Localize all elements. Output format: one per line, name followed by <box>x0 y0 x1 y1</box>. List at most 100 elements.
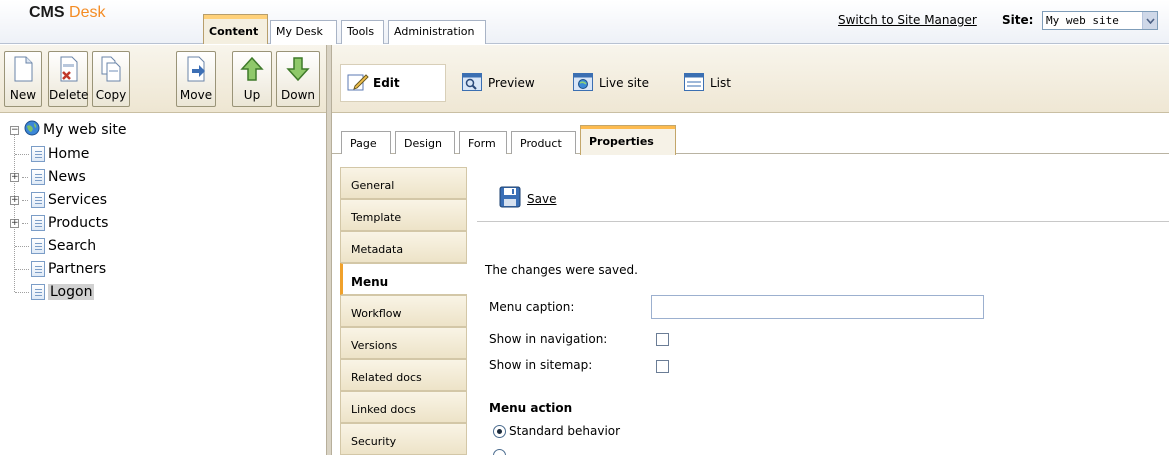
menu-action-radio[interactable] <box>493 449 506 455</box>
standard-behavior-label: Standard behavior <box>509 424 621 438</box>
tab-administration[interactable]: Administration <box>388 20 486 44</box>
preview-button[interactable]: Preview <box>462 72 535 94</box>
status-message: The changes were saved. <box>485 263 638 277</box>
content-tab-strip: Page Design Form Product Properties <box>332 114 1169 155</box>
side-menu-general[interactable]: General <box>340 167 467 199</box>
new-document-icon <box>11 56 35 82</box>
switch-to-site-manager-link[interactable]: Switch to Site Manager <box>838 13 977 27</box>
edit-pencil-icon <box>347 72 369 95</box>
tree-node-products[interactable]: + Products <box>10 213 108 233</box>
edit-button-label: Edit <box>373 76 400 90</box>
show-in-navigation-label: Show in navigation: <box>489 332 608 346</box>
preview-button-label: Preview <box>488 76 535 90</box>
tree-node-logon[interactable]: Logon <box>31 282 95 302</box>
menu-caption-input[interactable] <box>651 295 984 319</box>
down-button-label: Down <box>280 88 315 102</box>
document-actions-toolbar: New Delete Copy Move Up Down <box>0 45 326 113</box>
move-document-icon <box>184 56 208 82</box>
side-menu-security[interactable]: Security <box>340 423 467 455</box>
page-icon <box>31 261 45 277</box>
side-menu-linked-docs[interactable]: Linked docs <box>340 391 467 423</box>
tree-node-search[interactable]: Search <box>31 236 96 256</box>
down-button[interactable]: Down <box>276 51 320 107</box>
expand-icon[interactable]: + <box>10 172 19 182</box>
arrow-down-icon <box>286 56 310 82</box>
site-label: Site: <box>1002 13 1034 27</box>
globe-icon <box>24 120 40 140</box>
site-select[interactable]: My web site <box>1042 11 1158 30</box>
expand-icon[interactable]: + <box>10 218 19 228</box>
app-header: CMS Desk Content My Desk Tools Administr… <box>0 0 1169 44</box>
tree-node-services[interactable]: + Services <box>10 190 107 210</box>
tree-node-root[interactable]: − My web site <box>10 120 127 140</box>
expand-icon[interactable]: + <box>10 195 19 205</box>
tree-node-label: Partners <box>48 261 107 277</box>
save-button-label: Save <box>527 191 557 206</box>
page-icon <box>31 146 45 162</box>
live-site-button[interactable]: Live site <box>573 72 649 94</box>
tree-node-label: News <box>48 169 86 185</box>
arrow-up-icon <box>240 56 264 82</box>
side-menu-metadata[interactable]: Metadata <box>340 231 467 263</box>
menu-action-heading: Menu action <box>489 401 573 415</box>
collapse-icon[interactable]: − <box>10 125 19 135</box>
live-site-button-label: Live site <box>599 76 649 90</box>
side-menu-workflow[interactable]: Workflow <box>340 295 467 327</box>
list-button[interactable]: List <box>684 72 731 94</box>
logo-text-desk: Desk <box>69 4 106 21</box>
chevron-down-icon[interactable] <box>1142 12 1157 29</box>
up-button[interactable]: Up <box>232 51 272 107</box>
live-site-icon <box>573 72 593 94</box>
tab-design[interactable]: Design <box>395 131 455 154</box>
page-icon <box>31 215 45 231</box>
show-in-navigation-checkbox[interactable] <box>656 333 669 346</box>
tree-node-label: Products <box>48 215 109 231</box>
new-button[interactable]: New <box>4 51 42 107</box>
tree-node-label: Logon <box>48 284 95 300</box>
save-button[interactable]: Save <box>499 186 556 211</box>
copy-button[interactable]: Copy <box>92 51 130 107</box>
side-menu-versions[interactable]: Versions <box>340 327 467 359</box>
side-menu-menu[interactable]: Menu <box>340 263 467 295</box>
tab-product[interactable]: Product <box>511 131 576 154</box>
list-button-label: List <box>710 76 731 90</box>
copy-button-label: Copy <box>95 88 127 102</box>
tab-page[interactable]: Page <box>341 131 391 154</box>
floppy-disk-icon <box>499 186 521 211</box>
page-icon <box>31 192 45 208</box>
tab-properties[interactable]: Properties <box>580 125 676 155</box>
tab-form[interactable]: Form <box>459 131 507 154</box>
tree-node-partners[interactable]: Partners <box>31 259 106 279</box>
standard-behavior-radio[interactable]: Standard behavior <box>493 424 620 438</box>
tab-tools[interactable]: Tools <box>341 20 384 44</box>
delete-button-label: Delete <box>49 88 89 102</box>
menu-caption-label: Menu caption: <box>489 300 575 314</box>
save-bar: Save <box>477 167 1169 222</box>
content-tree: − My web site Home + News + Services + P… <box>0 114 326 455</box>
app-logo: CMS Desk <box>29 4 105 22</box>
page-icon <box>31 238 45 254</box>
move-button[interactable]: Move <box>176 51 216 107</box>
site-select-value: My web site <box>1046 14 1119 27</box>
tree-guide-line <box>15 246 29 247</box>
tree-node-news[interactable]: + News <box>10 167 86 187</box>
tree-node-label: Services <box>48 192 108 208</box>
delete-document-icon <box>56 56 80 82</box>
side-menu-related-docs[interactable]: Related docs <box>340 359 467 391</box>
move-button-label: Move <box>179 88 213 102</box>
tree-node-home[interactable]: Home <box>31 144 89 164</box>
show-in-sitemap-label: Show in sitemap: <box>489 358 593 372</box>
up-button-label: Up <box>243 88 261 102</box>
delete-button[interactable]: Delete <box>48 51 88 107</box>
tree-guide-line <box>15 269 29 270</box>
properties-side-menu: General Template Metadata Menu Workflow … <box>340 167 467 455</box>
page-icon <box>31 284 45 300</box>
view-mode-toolbar <box>332 45 1169 113</box>
edit-button[interactable]: Edit <box>340 64 446 102</box>
radio-selected-icon[interactable] <box>493 424 506 438</box>
tree-node-label: Home <box>48 146 90 162</box>
side-menu-template[interactable]: Template <box>340 199 467 231</box>
show-in-sitemap-checkbox[interactable] <box>656 360 669 373</box>
tab-my-desk[interactable]: My Desk <box>270 20 337 44</box>
tab-content[interactable]: Content <box>203 14 268 44</box>
